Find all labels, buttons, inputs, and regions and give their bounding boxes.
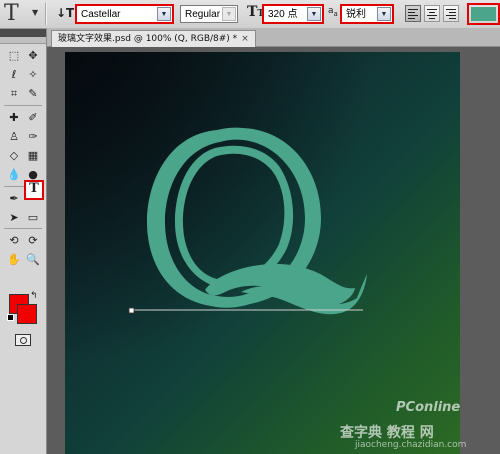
magic-wand-icon[interactable]: ✧ bbox=[24, 66, 42, 84]
text-color-fill bbox=[471, 7, 496, 21]
separator bbox=[45, 3, 47, 25]
tools-panel-header[interactable] bbox=[0, 29, 46, 37]
3d-orbit-icon[interactable]: ⟳ bbox=[24, 232, 42, 250]
quick-mask-button[interactable] bbox=[15, 334, 31, 346]
type-tool-icon[interactable]: T bbox=[24, 180, 44, 200]
close-icon[interactable]: × bbox=[241, 34, 249, 44]
tools-panel-grip[interactable] bbox=[0, 37, 46, 44]
chevron-down-icon[interactable]: ▼ bbox=[222, 7, 236, 21]
history-brush-icon[interactable]: ✑ bbox=[24, 128, 42, 146]
options-bar: T ▼ ↓T Castellar ▼ Regular ▼ TT 320 点 ▼ … bbox=[0, 0, 500, 29]
rectangle-icon[interactable]: ▭ bbox=[24, 209, 42, 227]
font-size-value: 320 点 bbox=[268, 9, 298, 20]
watermark-site-name: 查字典 教程 网 bbox=[340, 425, 434, 441]
document-tab[interactable]: 玻璃文字效果.psd @ 100% (Q, RGB/8#) * × bbox=[51, 30, 256, 47]
chevron-down-icon[interactable]: ▼ bbox=[307, 7, 321, 21]
move-icon[interactable]: ✥ bbox=[24, 47, 42, 65]
align-left-button[interactable] bbox=[405, 5, 421, 22]
antialias-select[interactable]: 锐利 ▼ bbox=[340, 4, 394, 24]
text-orientation-icon[interactable]: ↓T bbox=[56, 6, 74, 20]
chevron-down-icon[interactable]: ▼ bbox=[157, 7, 171, 21]
marquee-icon[interactable]: ⬚ bbox=[5, 47, 23, 65]
font-family-value: Castellar bbox=[81, 9, 121, 20]
antialias-icon: aa bbox=[328, 6, 338, 18]
path-selection-icon[interactable]: ➤ bbox=[5, 209, 23, 227]
document-tab-title: 玻璃文字效果.psd @ 100% (Q, RGB/8#) * bbox=[58, 34, 238, 44]
antialias-value: 锐利 bbox=[346, 9, 366, 20]
3d-rotate-icon[interactable]: ⟲ bbox=[5, 232, 23, 250]
background-color-swatch[interactable] bbox=[17, 304, 37, 324]
document-tab-bar: 玻璃文字效果.psd @ 100% (Q, RGB/8#) * × bbox=[47, 28, 500, 47]
tools-panel: ⬚ ✥ ℓ ✧ ⌗ ✎ ✚ ✐ ♙ ✑ ◇ ▦ 💧 ● ✒ T ➤ ▭ ⟲ ⟳ … bbox=[0, 29, 47, 454]
watermark-brand: PConline bbox=[396, 400, 461, 415]
align-center-button[interactable] bbox=[424, 5, 440, 22]
chevron-down-icon[interactable]: ▼ bbox=[377, 7, 391, 21]
watermark-url: jiaocheng.chazidian.com bbox=[355, 440, 467, 450]
font-style-value: Regular bbox=[185, 9, 221, 20]
tools-divider bbox=[4, 105, 42, 106]
text-color-swatch[interactable] bbox=[467, 3, 500, 25]
q-letter-glyph[interactable] bbox=[147, 127, 367, 315]
healing-brush-icon[interactable]: ✚ bbox=[5, 109, 23, 127]
hand-icon[interactable]: ✋ bbox=[5, 251, 23, 269]
baseline-anchor-handle[interactable] bbox=[128, 307, 135, 314]
font-size-select[interactable]: 320 点 ▼ bbox=[262, 4, 324, 24]
brush-icon[interactable]: ✐ bbox=[24, 109, 42, 127]
swap-colors-icon[interactable]: ↰ bbox=[30, 291, 38, 301]
font-style-select[interactable]: Regular ▼ bbox=[180, 5, 238, 23]
eraser-icon[interactable]: ◇ bbox=[5, 147, 23, 165]
q-glyph-layer bbox=[128, 127, 367, 315]
gradient-icon[interactable]: ▦ bbox=[24, 147, 42, 165]
pen-icon[interactable]: ✒ bbox=[5, 190, 23, 208]
clone-stamp-icon[interactable]: ♙ bbox=[5, 128, 23, 146]
align-right-button[interactable] bbox=[443, 5, 459, 22]
zoom-icon[interactable]: 🔍 bbox=[24, 251, 42, 269]
type-tool-preset-icon[interactable]: T bbox=[4, 2, 19, 26]
tool-preset-dropdown-icon[interactable]: ▼ bbox=[32, 8, 38, 17]
crop-icon[interactable]: ⌗ bbox=[5, 85, 23, 103]
lasso-icon[interactable]: ℓ bbox=[5, 66, 23, 84]
font-family-select[interactable]: Castellar ▼ bbox=[75, 4, 174, 24]
blur-icon[interactable]: 💧 bbox=[5, 166, 23, 184]
default-colors-icon[interactable] bbox=[7, 314, 14, 321]
tools-divider bbox=[4, 228, 42, 229]
eyedropper-icon[interactable]: ✎ bbox=[24, 85, 42, 103]
